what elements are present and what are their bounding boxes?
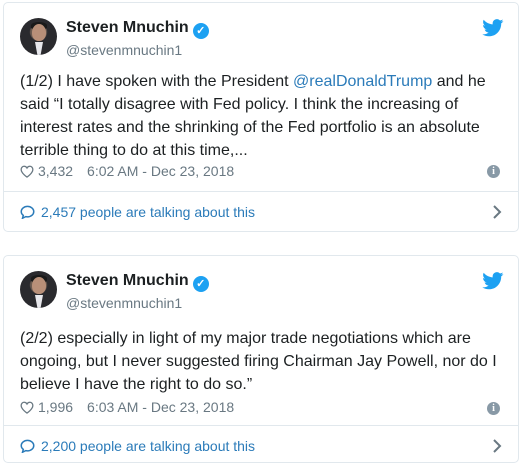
like-count[interactable]: 1,996 xyxy=(38,399,73,415)
tweet-meta: 3,432 6:02 AM - Dec 23, 2018 xyxy=(20,163,234,179)
author-name[interactable]: Steven Mnuchin ✓ xyxy=(66,19,209,39)
speech-bubble-icon xyxy=(20,205,35,219)
verified-badge-icon: ✓ xyxy=(192,23,209,39)
tweet-meta: 1,996 6:03 AM - Dec 23, 2018 xyxy=(20,399,234,415)
avatar[interactable] xyxy=(20,271,57,308)
author-handle[interactable]: @stevenmnuchin1 xyxy=(66,295,182,311)
tweet-card[interactable]: Steven Mnuchin ✓ @stevenmnuchin1 (2/2) es… xyxy=(3,255,519,463)
mention-link[interactable]: @realDonaldTrump xyxy=(293,73,432,90)
author-name[interactable]: Steven Mnuchin ✓ xyxy=(66,272,209,292)
speech-bubble-icon xyxy=(20,439,35,453)
talking-about-text[interactable]: 2,457 people are talking about this xyxy=(41,204,255,220)
tweet-text: (1/2) I have spoken with the President @… xyxy=(20,73,486,159)
talking-about-link[interactable]: 2,200 people are talking about this xyxy=(4,426,518,466)
twitter-bird-icon[interactable] xyxy=(482,19,504,37)
timestamp[interactable]: 6:02 AM - Dec 23, 2018 xyxy=(87,163,234,179)
talking-about-link[interactable]: 2,457 people are talking about this xyxy=(4,192,518,232)
info-icon[interactable]: i xyxy=(487,165,500,178)
info-icon[interactable]: i xyxy=(487,402,500,415)
chevron-right-icon[interactable] xyxy=(492,438,502,454)
twitter-bird-icon[interactable] xyxy=(482,272,504,290)
chevron-right-icon[interactable] xyxy=(492,204,502,220)
talking-about-text[interactable]: 2,200 people are talking about this xyxy=(41,438,255,454)
tweet-text: (2/2) especially in light of my major tr… xyxy=(20,330,497,393)
tweet-card[interactable]: Steven Mnuchin ✓ @stevenmnuchin1 (1/2) I … xyxy=(3,2,519,232)
timestamp[interactable]: 6:03 AM - Dec 23, 2018 xyxy=(87,399,234,415)
like-count[interactable]: 3,432 xyxy=(38,163,73,179)
heart-icon[interactable] xyxy=(20,401,34,414)
author-handle[interactable]: @stevenmnuchin1 xyxy=(66,42,182,58)
avatar[interactable] xyxy=(20,18,57,55)
heart-icon[interactable] xyxy=(20,165,34,178)
verified-badge-icon: ✓ xyxy=(192,276,209,292)
